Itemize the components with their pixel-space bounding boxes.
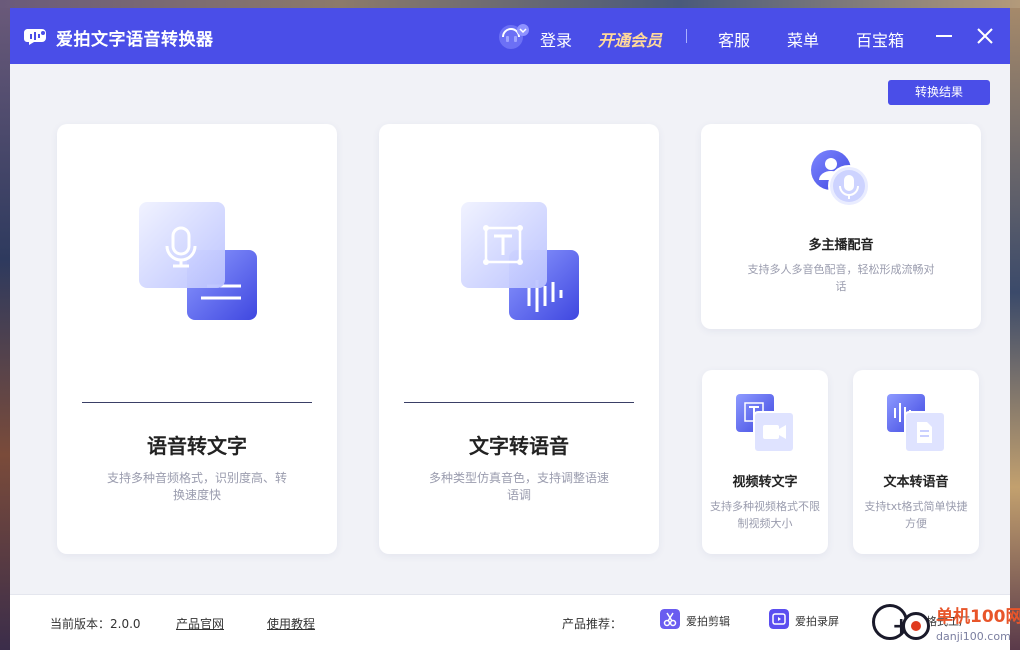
card-description: 支持多种视频格式不限制视频大小 [710, 500, 820, 530]
recommend-label: 产品推荐： [562, 617, 623, 631]
watermark-text: 单机100网 [936, 607, 1020, 627]
minimize-icon[interactable] [934, 26, 954, 46]
tutorial-link[interactable]: 使用教程 [267, 615, 315, 632]
version-label: 当前版本：2.0.0 [50, 615, 141, 632]
text-video-icon [736, 394, 795, 453]
user-microphone-icon [811, 150, 870, 207]
desktop-background-right [1010, 0, 1020, 650]
card-title: 文本转语音 [883, 475, 949, 490]
waveform-document-icon [887, 394, 946, 453]
version-number: 2.0.0 [110, 617, 141, 631]
video-to-text-card[interactable]: 视频转文字 支持多种视频格式不限制视频大小 [702, 370, 828, 554]
screen-record-icon [769, 609, 789, 629]
title-divider [686, 29, 687, 43]
official-site-link[interactable]: 产品官网 [176, 615, 224, 632]
desktop-background-top [0, 0, 1020, 8]
text-soundwave-icon [461, 202, 579, 320]
card-title: 语音转文字 [147, 434, 247, 458]
scissors-icon [660, 609, 680, 629]
card-description: 多种类型仿真音色，支持调整语速语调 [428, 471, 609, 502]
text-to-speech-card[interactable]: 文字转语音 多种类型仿真音色，支持调整语速语调 [379, 124, 659, 554]
text-file-to-speech-card[interactable]: 文本转语音 支持txt格式简单快捷方便 [853, 370, 979, 554]
card-divider [404, 402, 634, 403]
watermark-dot [911, 621, 921, 631]
watermark-url: danji100.com [936, 630, 1011, 643]
desktop-background-left [0, 0, 10, 650]
app-title: 爱拍文字语音转换器 [56, 30, 214, 50]
login-avatar-icon[interactable] [497, 22, 531, 50]
card-title: 多主播配音 [808, 238, 874, 253]
app-logo-icon [24, 29, 46, 45]
menu-link[interactable]: 菜单 [787, 27, 819, 51]
card-divider [82, 402, 312, 403]
app-window: 爱拍文字语音转换器 登录 开通会员 客服 菜单 百宝箱 转换结果 语音转文字 支… [10, 8, 1010, 650]
conversion-results-button[interactable]: 转换结果 [888, 80, 990, 105]
multi-voice-card[interactable]: 多主播配音 支持多人多音色配音，轻松形成流畅对话 [701, 124, 981, 329]
speech-to-text-card[interactable]: 语音转文字 支持多种音频格式，识别度高、转换速度快 [57, 124, 337, 554]
card-title: 视频转文字 [732, 475, 798, 490]
toolbox-link[interactable]: 百宝箱 [856, 27, 904, 51]
microphone-document-icon [139, 202, 257, 320]
title-bar: 爱拍文字语音转换器 登录 开通会员 客服 菜单 百宝箱 [10, 8, 1010, 64]
close-icon[interactable] [975, 26, 995, 46]
site-watermark: + 单机100网 danji100.com [864, 600, 1020, 650]
customer-service-link[interactable]: 客服 [718, 27, 750, 51]
product-label: 爱拍剪辑 [686, 615, 730, 628]
vip-link[interactable]: 开通会员 [598, 27, 662, 51]
product-label: 爱拍录屏 [795, 615, 839, 628]
card-title: 文字转语音 [469, 434, 569, 458]
card-description: 支持多人多音色配音，轻松形成流畅对话 [747, 263, 935, 293]
footer-bar: 当前版本：2.0.0 产品官网 使用教程 产品推荐： 爱拍剪辑 爱拍录屏 爱拍格… [10, 594, 1010, 650]
card-description: 支持txt格式简单快捷方便 [864, 500, 968, 530]
card-description: 支持多种音频格式，识别度高、转换速度快 [106, 471, 287, 502]
login-link[interactable]: 登录 [540, 27, 572, 51]
version-label-text: 当前版本： [50, 617, 111, 631]
